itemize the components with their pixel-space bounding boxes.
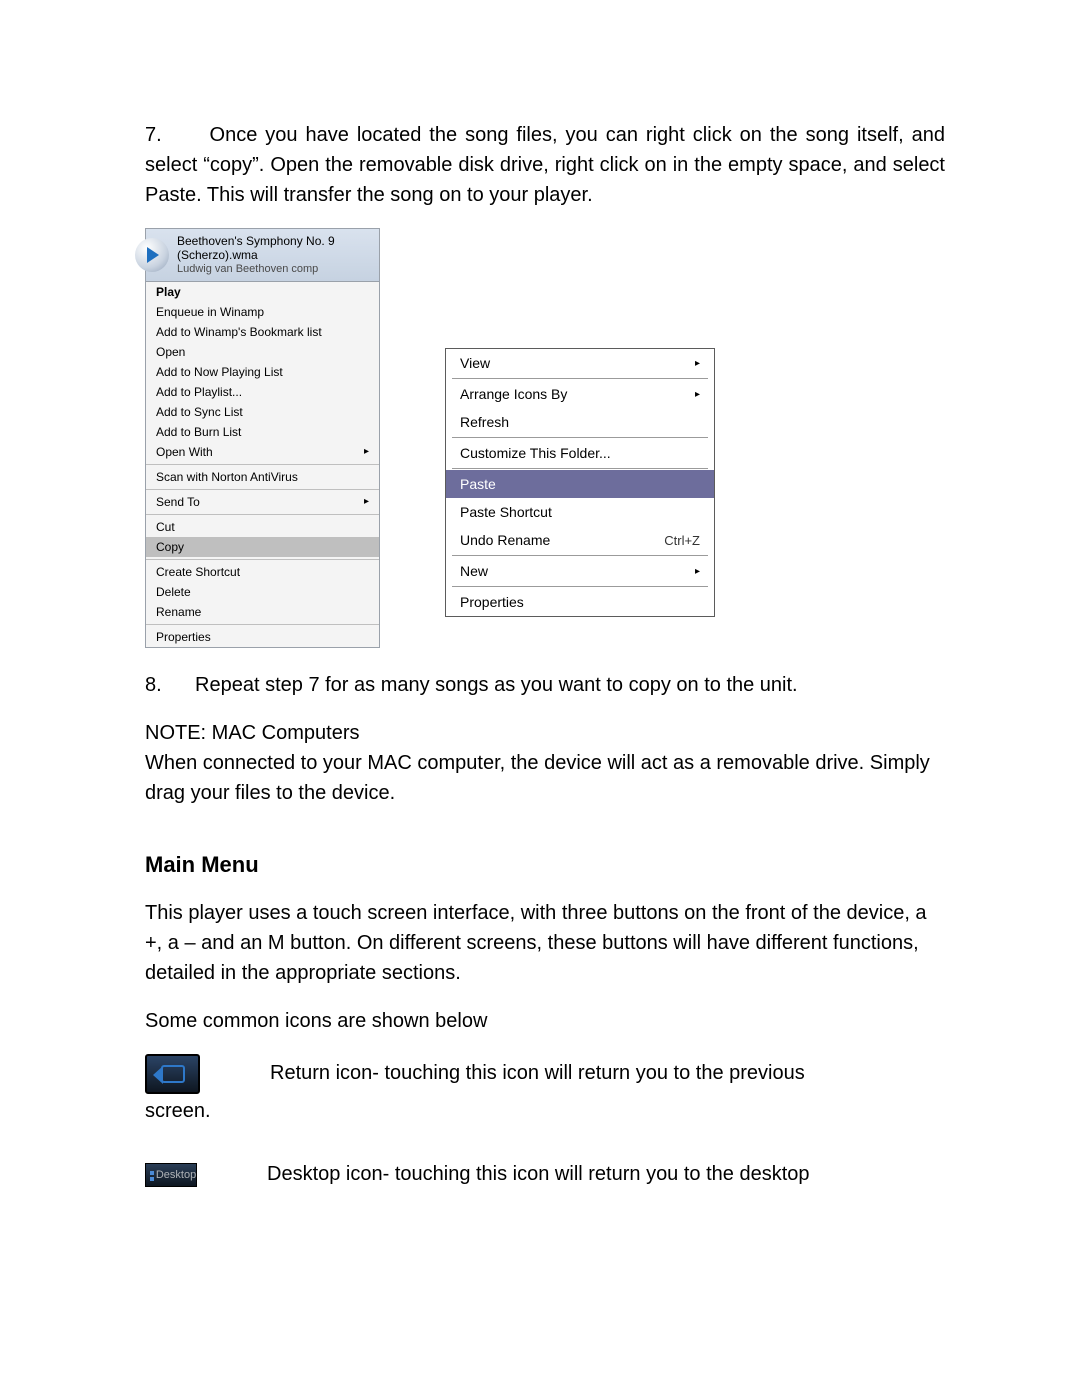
chevron-right-icon: ▸ [354,446,369,457]
context-menu-item-label: Arrange Icons By [460,386,567,402]
note-heading: NOTE: MAC Computers [145,718,945,748]
chevron-right-icon: ▸ [685,389,700,400]
return-icon-text-2: screen. [145,1100,945,1123]
chevron-right-icon: ▸ [685,566,700,577]
arrow-left-icon [161,1065,185,1083]
file-name: Beethoven's Symphony No. 9 (Scherzo).wma [177,234,372,263]
context-menu-item-label: Open With [156,445,213,459]
menu-shortcut: Ctrl+Z [664,533,700,548]
context-menu-item[interactable]: Properties [446,588,714,616]
file-header-title: Beethoven's Symphony No. 9 (Scherzo).wma… [177,234,372,276]
context-menu-item[interactable]: Paste [446,470,714,498]
context-menu-item-label: Properties [460,594,524,610]
context-menu-item[interactable]: Rename [146,602,379,622]
main-menu-para-1: This player uses a touch screen interfac… [145,898,945,988]
return-icon-row: Return icon- touching this icon will ret… [145,1054,945,1094]
context-menu-item[interactable]: Add to Playlist... [146,382,379,402]
context-menu-item[interactable]: Create Shortcut [146,562,379,582]
context-menu-item-label: Enqueue in Winamp [156,305,264,319]
context-menu-item[interactable]: View ▸ [446,349,714,377]
context-menu-item[interactable]: Undo Rename Ctrl+Z [446,526,714,554]
context-menu-item[interactable]: New ▸ [446,557,714,585]
context-menu-item[interactable]: Refresh [446,408,714,436]
menu-separator [452,555,708,556]
context-menu-item[interactable]: Customize This Folder... [446,439,714,467]
context-menu-item-label: Open [156,345,185,359]
menu-separator [452,468,708,469]
menu-separator [146,559,379,560]
context-menu-item-label: Paste [460,476,496,492]
context-menu-item[interactable]: Add to Winamp's Bookmark list [146,322,379,342]
chevron-right-icon: ▸ [354,496,369,507]
file-context-menu: Play Enqueue in Winamp Add to Winamp's Boo… [146,282,379,647]
context-menu-item-label: Copy [156,540,184,554]
note-body: When connected to your MAC computer, the… [145,748,945,808]
context-menu-item[interactable]: Add to Now Playing List [146,362,379,382]
main-menu-para-2: Some common icons are shown below [145,1006,945,1036]
file-header: Beethoven's Symphony No. 9 (Scherzo).wma… [146,229,379,282]
context-menu-item-label: View [460,355,490,371]
desktop-icon-text: Desktop icon- touching this icon will re… [267,1163,810,1186]
step-number: 8. [145,674,162,696]
menu-separator [452,437,708,438]
context-menu-item-label: Customize This Folder... [460,445,611,461]
context-menu-item[interactable]: Properties [146,627,379,647]
context-menu-item[interactable]: Scan with Norton AntiVirus [146,467,379,487]
screenshots-row: Beethoven's Symphony No. 9 (Scherzo).wma… [145,228,945,648]
menu-separator [452,378,708,379]
return-icon [145,1054,200,1094]
context-menu-item[interactable]: Delete [146,582,379,602]
context-menu-item-label: Add to Sync List [156,405,243,419]
folder-context-menu: View ▸ Arrange Icons By ▸ Refresh Customize T… [445,348,715,617]
step-text: Repeat step 7 for as many songs as you w… [195,674,798,696]
context-menu-item-label: Send To [156,495,200,509]
chevron-right-icon: ▸ [685,358,700,369]
step-text: Once you have located the song files, yo… [145,124,945,206]
context-menu-item[interactable]: Open With ▸ [146,442,379,462]
context-menu-item[interactable]: Send To ▸ [146,492,379,512]
menu-separator [146,514,379,515]
context-menu-item-label: Delete [156,585,191,599]
step-8: 8. Repeat step 7 for as many songs as yo… [145,670,945,700]
context-menu-item-label: Undo Rename [460,532,550,548]
context-menu-item-label: New [460,563,488,579]
context-menu-item-label: Add to Burn List [156,425,241,439]
context-menu-item-label: Add to Playlist... [156,385,242,399]
context-menu-item[interactable]: Open [146,342,379,362]
context-menu-item[interactable]: Paste Shortcut [446,498,714,526]
context-menu-item[interactable]: Copy [146,537,379,557]
file-context-menu-panel: Beethoven's Symphony No. 9 (Scherzo).wma… [145,228,380,648]
context-menu-item-label: Scan with Norton AntiVirus [156,470,298,484]
return-icon-text: Return icon- touching this icon will ret… [270,1062,805,1085]
menu-separator [146,624,379,625]
main-menu-heading: Main Menu [145,852,945,878]
context-menu-item-label: Properties [156,630,211,644]
context-menu-item-label: Play [156,285,181,299]
context-menu-item[interactable]: Add to Sync List [146,402,379,422]
desktop-icon-label: Desktop [156,1169,196,1181]
context-menu-item[interactable]: Arrange Icons By ▸ [446,380,714,408]
document-page: 7. Once you have located the song files,… [0,0,1080,1397]
menu-separator [146,489,379,490]
menu-separator [146,464,379,465]
context-menu-item[interactable]: Add to Burn List [146,422,379,442]
context-menu-item[interactable]: Play [146,282,379,302]
mac-note: NOTE: MAC Computers When connected to yo… [145,718,945,808]
media-player-icon [135,238,169,272]
context-menu-item-label: Add to Now Playing List [156,365,283,379]
context-menu-item-label: Refresh [460,414,509,430]
context-menu-item[interactable]: Enqueue in Winamp [146,302,379,322]
context-menu-item-label: Cut [156,520,175,534]
step-number: 7. [145,124,162,146]
context-menu-item-label: Rename [156,605,201,619]
file-subtitle: Ludwig van Beethoven comp [177,263,372,276]
context-menu-item[interactable]: Cut [146,517,379,537]
desktop-icon: Desktop [145,1163,197,1187]
context-menu-item-label: Add to Winamp's Bookmark list [156,325,322,339]
context-menu-item-label: Create Shortcut [156,565,240,579]
context-menu-item-label: Paste Shortcut [460,504,552,520]
step-7: 7. Once you have located the song files,… [145,120,945,210]
desktop-icon-row: Desktop Desktop icon- touching this icon… [145,1163,945,1187]
menu-separator [452,586,708,587]
